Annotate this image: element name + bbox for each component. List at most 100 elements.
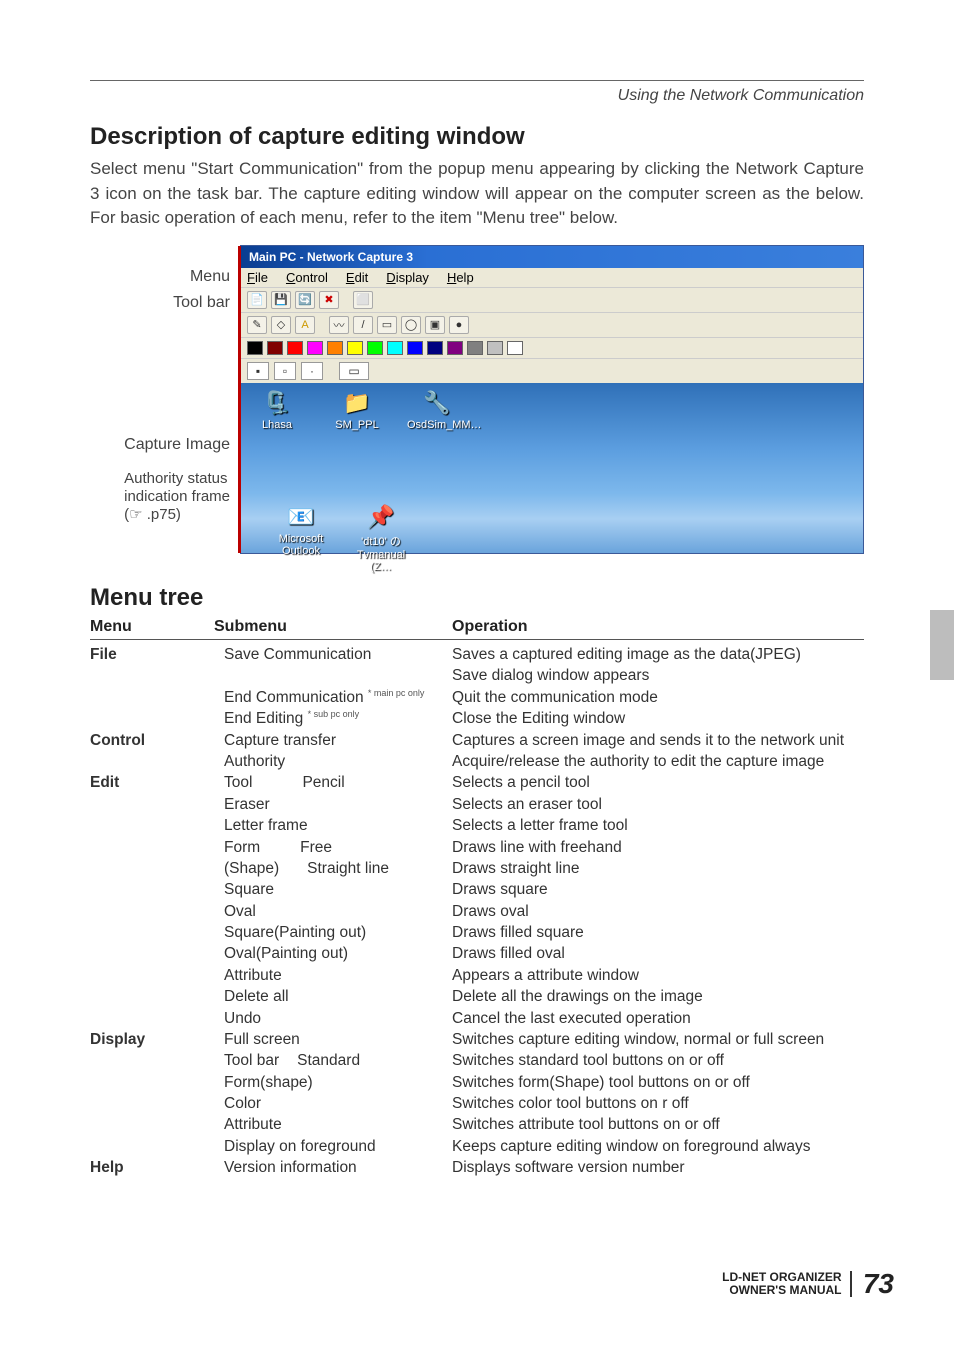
- color-swatch[interactable]: [387, 341, 403, 355]
- tree-file: File: [90, 644, 214, 665]
- color-swatch[interactable]: [467, 341, 483, 355]
- footer-line1: LD-NET ORGANIZER: [722, 1270, 841, 1284]
- desktop-icon-lhasa[interactable]: 🗜️ Lhasa: [247, 389, 307, 431]
- tb-oval-icon[interactable]: ◯: [401, 316, 421, 334]
- menu-display[interactable]: Display: [386, 270, 429, 285]
- tree-oval-fill: Oval(Painting out): [214, 943, 452, 964]
- col-submenu: Submenu: [214, 618, 452, 636]
- tree-oval: Oval: [214, 901, 452, 922]
- tb-close-icon[interactable]: ✖: [319, 291, 339, 309]
- tree-tb-attribute: Attribute: [214, 1114, 452, 1135]
- tree-tb-color: Color: [214, 1093, 452, 1114]
- tree-free: Free: [300, 839, 332, 856]
- shortcut-icon: 📌: [364, 503, 398, 531]
- attr-box-icon[interactable]: ·: [301, 362, 323, 380]
- tb-pencil-icon[interactable]: ✎: [247, 316, 267, 334]
- color-swatch[interactable]: [307, 341, 323, 355]
- tree-end-comm: End Communication * main pc only: [214, 687, 452, 709]
- intro-paragraph: Select menu "Start Communication" from t…: [90, 157, 864, 231]
- tree-version: Version information: [214, 1157, 452, 1178]
- app-window: Main PC - Network Capture 3 File Control…: [240, 245, 864, 554]
- desktop-icon-outlook[interactable]: 📧 Microsoft Outlook: [271, 503, 331, 573]
- attr-box-icon[interactable]: ▪: [247, 362, 269, 380]
- label-menu: Menu: [190, 267, 230, 286]
- menu-tree: FileSave CommunicationSaves a captured e…: [90, 644, 864, 1179]
- toolbar-shape: ✎ ◇ A 〰 / ▭ ◯ ▣ ●: [241, 312, 863, 337]
- label-capture-image: Capture Image: [124, 435, 230, 454]
- tb-text-icon[interactable]: A: [295, 316, 315, 334]
- tb-refresh-icon[interactable]: 🔄: [295, 291, 315, 309]
- color-swatch[interactable]: [367, 341, 383, 355]
- heading-description: Description of capture editing window: [90, 123, 864, 151]
- color-swatch[interactable]: [507, 341, 523, 355]
- desktop-icon-smppl[interactable]: 📁 SM_PPL: [327, 389, 387, 431]
- menu-edit[interactable]: Edit: [346, 270, 368, 285]
- page-edge-tab: [930, 610, 954, 680]
- toolbar-attribute: ▪ ▫ · ▭: [241, 358, 863, 383]
- color-swatch[interactable]: [407, 341, 423, 355]
- tree-help: Help: [90, 1157, 214, 1178]
- tree-capture-transfer: Capture transfer: [214, 730, 452, 751]
- header-section: Using the Network Communication: [90, 87, 864, 105]
- tree-pencil: Pencil: [302, 774, 344, 791]
- tb-eraser-icon[interactable]: ◇: [271, 316, 291, 334]
- color-swatch[interactable]: [427, 341, 443, 355]
- app-icon: 🔧: [420, 389, 454, 417]
- tree-authority: Authority: [214, 751, 452, 772]
- tree-square: Square: [214, 879, 452, 900]
- tree-delete-all: Delete all: [214, 986, 452, 1007]
- heading-menu-tree: Menu tree: [90, 584, 864, 612]
- color-swatch[interactable]: [327, 341, 343, 355]
- menu-help[interactable]: Help: [447, 270, 474, 285]
- tree-square-fill: Square(Painting out): [214, 922, 452, 943]
- attr-box-icon[interactable]: ▭: [339, 362, 369, 380]
- tree-straight: Straight line: [307, 860, 389, 877]
- color-swatch[interactable]: [487, 341, 503, 355]
- color-swatch[interactable]: [347, 341, 363, 355]
- tb-save-icon[interactable]: 💾: [271, 291, 291, 309]
- tree-control: Control: [90, 730, 214, 751]
- capture-desktop-area: 🗜️ Lhasa 📁 SM_PPL 🔧 OsdSim_MM… 📧: [241, 383, 863, 553]
- app-window-diagram: Main PC - Network Capture 3 File Control…: [240, 245, 864, 554]
- desktop-icon-dt10[interactable]: 📌 'dt10' の Tvmanual (Z…: [351, 503, 411, 573]
- tb-open-icon[interactable]: 📄: [247, 291, 267, 309]
- window-menubar: File Control Edit Display Help: [241, 268, 863, 287]
- color-swatch[interactable]: [447, 341, 463, 355]
- page-footer: LD-NET ORGANIZER OWNER'S MANUAL 73: [722, 1268, 894, 1300]
- tree-letter-frame: Letter frame: [214, 815, 452, 836]
- toolbar-standard: 📄 💾 🔄 ✖ ⬜: [241, 287, 863, 312]
- footer-line2: OWNER'S MANUAL: [729, 1283, 841, 1297]
- window-titlebar: Main PC - Network Capture 3: [241, 246, 863, 268]
- color-swatch[interactable]: [267, 341, 283, 355]
- outlook-icon: 📧: [284, 503, 318, 531]
- diagram-labels: Menu Tool bar Capture Image Authority st…: [90, 245, 240, 554]
- tree-tb-standard: Standard: [297, 1052, 360, 1069]
- diagram-wrap: Menu Tool bar Capture Image Authority st…: [90, 245, 864, 554]
- label-toolbar: Tool bar: [173, 293, 230, 312]
- tree-eraser: Eraser: [214, 794, 452, 815]
- tree-end-edit: End Editing * sub pc only: [214, 708, 452, 730]
- tb-fillsquare-icon[interactable]: ▣: [425, 316, 445, 334]
- tree-full-screen: Full screen: [214, 1029, 452, 1050]
- menu-control[interactable]: Control: [286, 270, 328, 285]
- attr-box-icon[interactable]: ▫: [274, 362, 296, 380]
- tree-undo: Undo: [214, 1008, 452, 1029]
- tree-tb-form: Form(shape): [214, 1072, 452, 1093]
- tree-display-foreground: Display on foreground: [214, 1136, 452, 1157]
- color-swatch[interactable]: [287, 341, 303, 355]
- tree-display: Display: [90, 1029, 214, 1050]
- tb-line-icon[interactable]: /: [353, 316, 373, 334]
- tree-edit: Edit: [90, 772, 214, 793]
- menu-file[interactable]: File: [247, 270, 268, 285]
- header-rule: [90, 80, 864, 81]
- tb-free-icon[interactable]: 〰: [329, 316, 349, 334]
- tb-filloval-icon[interactable]: ●: [449, 316, 469, 334]
- desktop-icon-osdsim[interactable]: 🔧 OsdSim_MM…: [407, 389, 467, 431]
- color-swatch[interactable]: [247, 341, 263, 355]
- tree-save-comm: Save Communication: [214, 644, 452, 665]
- tb-fullscreen-icon[interactable]: ⬜: [353, 291, 373, 309]
- tb-square-icon[interactable]: ▭: [377, 316, 397, 334]
- col-menu: Menu: [90, 618, 214, 636]
- toolbar-color: [241, 337, 863, 358]
- col-operation: Operation: [452, 618, 864, 636]
